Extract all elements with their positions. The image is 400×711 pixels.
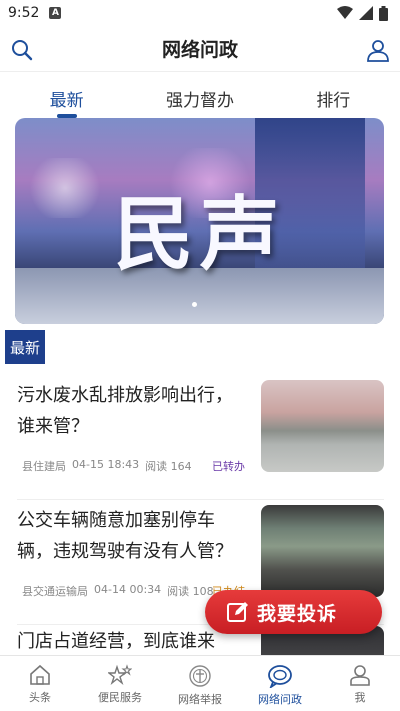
user-icon <box>367 40 389 62</box>
bottom-nav: 头条 便民服务 网络举报 网络问政 我 <box>0 655 400 711</box>
nav-label: 我 <box>354 691 366 704</box>
news-thumbnail <box>261 505 384 597</box>
complaint-button-label: 我要投诉 <box>257 602 338 625</box>
page-title: 网络问政 <box>161 39 238 61</box>
news-department: 县住建局 <box>22 460 66 473</box>
news-status: 已转办 <box>212 460 245 473</box>
status-bar: 9:52 A <box>0 0 400 26</box>
nav-item-headlines[interactable]: 头条 <box>0 656 80 711</box>
banner-carousel[interactable]: 民声 <box>15 118 384 324</box>
app-header: 网络问政 <box>0 26 400 72</box>
nav-item-services[interactable]: 便民服务 <box>80 656 160 711</box>
search-button[interactable] <box>8 36 36 64</box>
search-icon <box>12 40 33 61</box>
news-title: 公交车辆随意加塞别停车辆，违规驾驶有没有人管？ <box>17 510 233 562</box>
profile-button[interactable] <box>364 36 392 64</box>
home-icon <box>30 664 50 685</box>
section-label: 最新 <box>5 330 45 364</box>
nav-label: 便民服务 <box>98 691 142 704</box>
nav-label: 头条 <box>29 691 51 704</box>
nav-item-me[interactable]: 我 <box>320 656 400 711</box>
battery-icon <box>379 5 388 21</box>
nav-label: 网络问政 <box>258 693 302 706</box>
carousel-indicator <box>192 302 197 307</box>
notification-icon: A <box>49 7 62 19</box>
news-department: 县交通运输局 <box>22 585 88 598</box>
news-title: 污水废水乱排放影响出行，谁来管？ <box>17 385 233 437</box>
nav-item-inquiry[interactable]: 网络问政 <box>240 656 320 711</box>
nav-label: 网络举报 <box>178 693 222 706</box>
news-views: 阅读 164 <box>145 460 192 473</box>
nav-item-report[interactable]: 网络举报 <box>160 656 240 711</box>
person-icon <box>350 665 370 686</box>
news-date: 04-15 18:43 <box>72 458 140 471</box>
news-views: 阅读 108 <box>167 585 214 598</box>
status-indicators <box>337 5 388 21</box>
tab-latest[interactable]: 最新 <box>0 74 133 120</box>
status-time: 9:52 <box>8 5 40 21</box>
stars-icon <box>108 664 132 686</box>
news-thumbnail <box>261 380 384 472</box>
tab-supervision[interactable]: 强力督办 <box>133 74 266 120</box>
edit-icon <box>227 602 248 622</box>
banner-title: 民声 <box>113 187 286 281</box>
chat-bubble-icon <box>268 665 292 688</box>
report-seal-icon <box>189 665 211 687</box>
news-date: 04-14 00:34 <box>94 583 162 596</box>
category-tabs: 最新 强力督办 排行 <box>0 74 400 120</box>
tab-ranking[interactable]: 排行 <box>267 74 400 120</box>
news-item[interactable]: 污水废水乱排放影响出行，谁来管？ 县住建局 04-15 18:43 阅读 164… <box>17 380 384 500</box>
cell-signal-icon <box>359 6 373 20</box>
wifi-icon <box>337 6 353 19</box>
complaint-button[interactable]: 我要投诉 <box>205 590 382 634</box>
news-title: 门店占道经营，到底谁来 <box>17 631 215 652</box>
